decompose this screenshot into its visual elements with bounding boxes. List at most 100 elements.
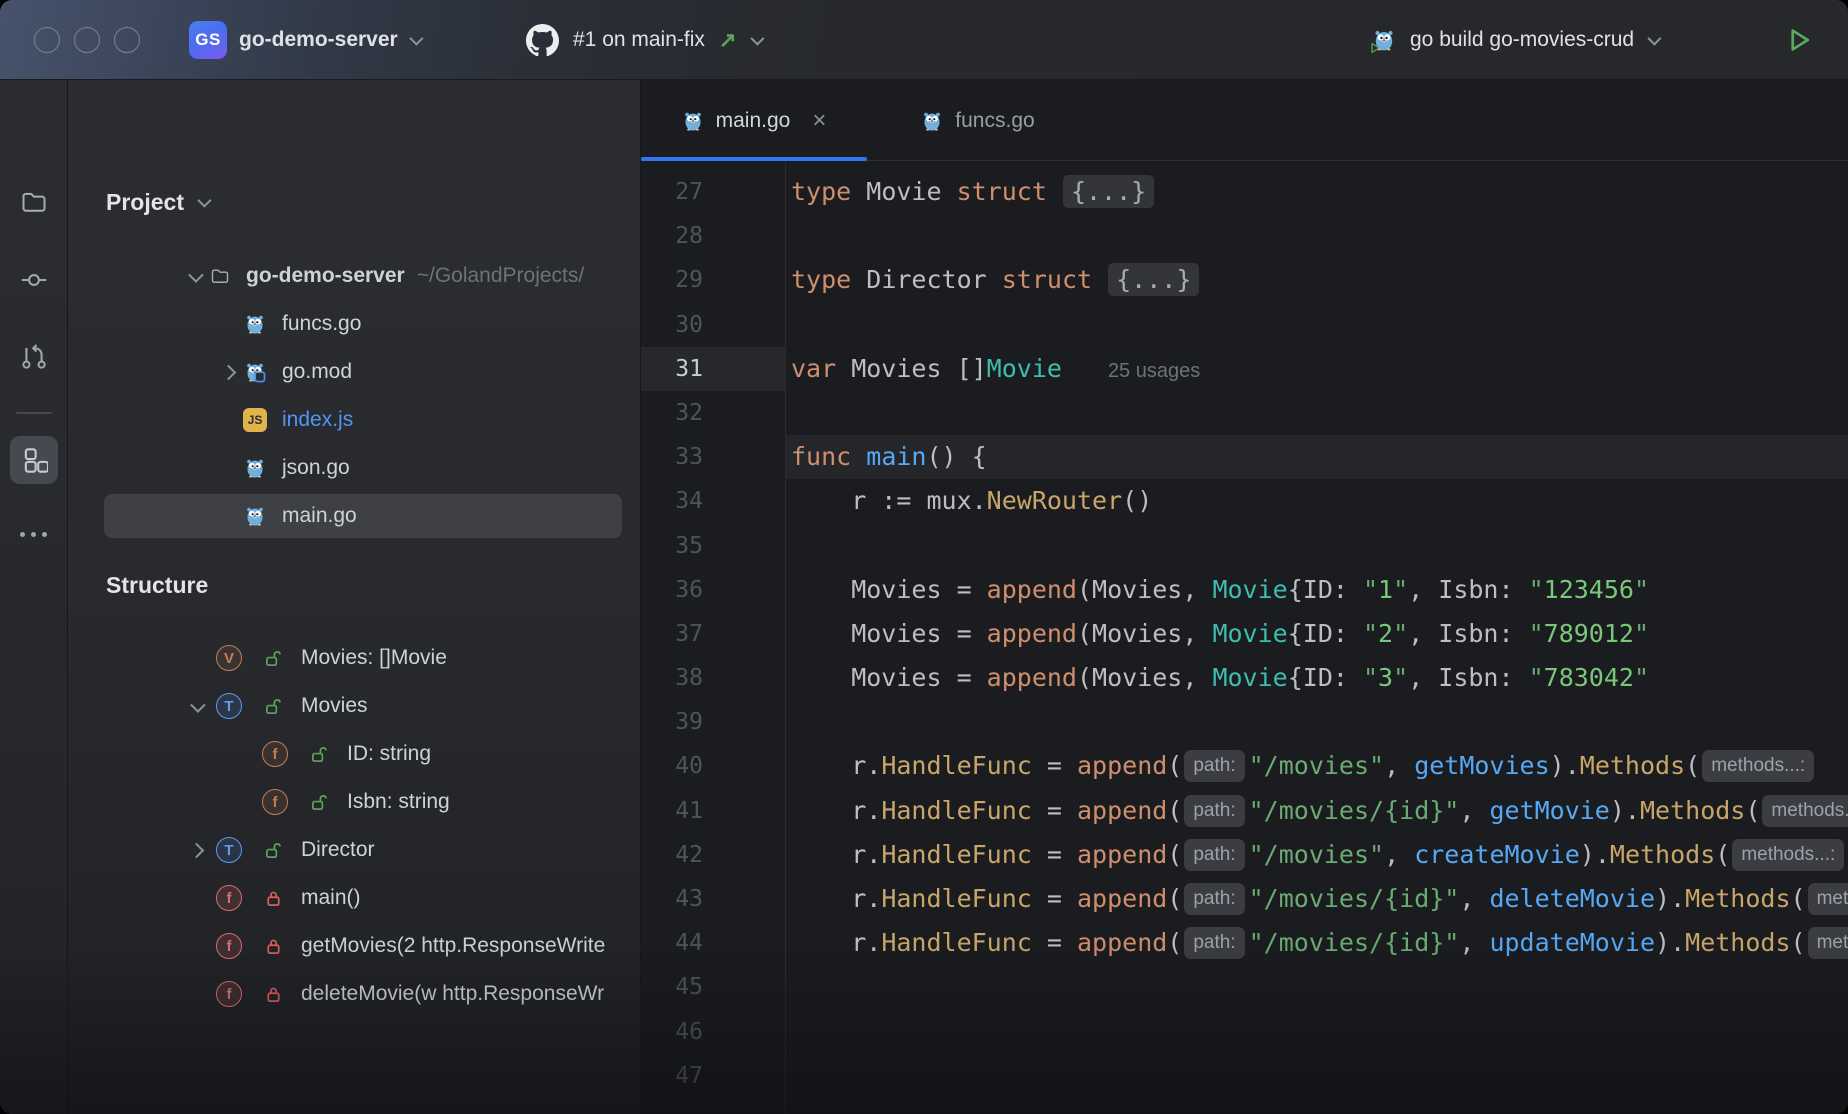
line-number[interactable]: 29: [641, 258, 785, 302]
close-icon[interactable]: ×: [812, 109, 826, 133]
code-line[interactable]: 44 r.HandleFunc = append(path:"/movies/{…: [641, 921, 1848, 965]
code-line[interactable]: 27type Movie struct {...}: [641, 170, 1848, 214]
token-kw: append: [1077, 796, 1167, 825]
tree-item-go-demo-server[interactable]: go-demo-server~/GolandProjects/: [68, 252, 640, 300]
tab-main-go[interactable]: main.go ×: [641, 80, 867, 161]
structure-item-Director[interactable]: TDirector: [68, 826, 640, 874]
token-pl: ).: [1655, 884, 1685, 913]
code-line[interactable]: 40 r.HandleFunc = append(path:"/movies",…: [641, 744, 1848, 788]
line-number[interactable]: 46: [641, 1010, 785, 1054]
code-line[interactable]: 28: [641, 214, 1848, 258]
chevron-right-icon[interactable]: [220, 364, 236, 380]
tool-pull-requests-button[interactable]: [10, 333, 58, 381]
token-inlay: methods...:: [1702, 750, 1814, 782]
line-number[interactable]: 27: [641, 170, 785, 214]
line-number[interactable]: 45: [641, 965, 785, 1009]
code-text: [785, 965, 1848, 1009]
project-switcher-label: go-demo-server: [239, 28, 398, 52]
structure-panel-header: Structure: [106, 563, 208, 607]
token-st: ": [1393, 663, 1408, 692]
tool-project-button[interactable]: [10, 178, 58, 226]
chevron-down-icon[interactable]: [190, 697, 206, 713]
token-fold: {...}: [1108, 263, 1199, 296]
tree-item-json.go[interactable]: json.go: [68, 444, 640, 492]
line-number[interactable]: 40: [641, 744, 785, 788]
line-number[interactable]: 39: [641, 700, 785, 744]
code-line[interactable]: 38 Movies = append(Movies, Movie{ID: "3"…: [641, 656, 1848, 700]
code-line[interactable]: 41 r.HandleFunc = append(path:"/movies/{…: [641, 789, 1848, 833]
tab-funcs-go[interactable]: funcs.go: [867, 80, 1089, 161]
tool-structure-button[interactable]: [10, 436, 58, 484]
lock-open-icon: [310, 793, 329, 812]
project-panel-header[interactable]: Project: [106, 180, 208, 224]
structure-item-Movies[interactable]: TMovies: [68, 682, 640, 730]
structure-item-main-[interactable]: fmain(): [68, 874, 640, 922]
token-inlay: path:: [1184, 839, 1244, 871]
structure-item-deleteMovie-w-http-ResponseWr[interactable]: fdeleteMovie(w http.ResponseWr: [68, 970, 640, 1018]
code-line[interactable]: 46: [641, 1010, 1848, 1054]
tree-item-funcs.go[interactable]: funcs.go: [68, 300, 640, 348]
code-line[interactable]: 43 r.HandleFunc = append(path:"/movies/{…: [641, 877, 1848, 921]
editor-body[interactable]: 27type Movie struct {...}2829type Direct…: [641, 161, 1848, 1114]
code-line[interactable]: 37 Movies = append(Movies, Movie{ID: "2"…: [641, 612, 1848, 656]
code-line[interactable]: 32: [641, 391, 1848, 435]
token-ty: Movie: [987, 354, 1062, 383]
structure-item-getMovies-2-http-ResponseWrite[interactable]: fgetMovies(2 http.ResponseWrite: [68, 922, 640, 970]
code-line[interactable]: 45: [641, 965, 1848, 1009]
line-number[interactable]: 32: [641, 391, 785, 435]
tree-item-main.go[interactable]: main.go: [68, 492, 640, 540]
line-number[interactable]: 31: [641, 347, 785, 391]
run-config-widget[interactable]: go build go-movies-crud: [1372, 0, 1658, 80]
chevron-down-icon: [1647, 32, 1661, 46]
line-number[interactable]: 41: [641, 789, 785, 833]
line-number[interactable]: 47: [641, 1054, 785, 1098]
code-line[interactable]: 42 r.HandleFunc = append(path:"/movies",…: [641, 833, 1848, 877]
line-number[interactable]: 35: [641, 524, 785, 568]
minimize-window-button[interactable]: [74, 27, 100, 53]
structure-item-ID-string[interactable]: fID: string: [68, 730, 640, 778]
line-number[interactable]: 44: [641, 921, 785, 965]
line-number[interactable]: 30: [641, 303, 785, 347]
code-line[interactable]: 33func main() {: [641, 435, 1848, 479]
token-kw: append: [1077, 884, 1167, 913]
code-line[interactable]: 47: [641, 1054, 1848, 1098]
run-button[interactable]: [1784, 0, 1814, 80]
code-line[interactable]: 34 r := mux.NewRouter(): [641, 479, 1848, 523]
chevron-right-icon[interactable]: [188, 842, 204, 858]
token-st: ": [1634, 575, 1649, 604]
code-text: func main() {: [785, 435, 1848, 479]
zoom-window-button[interactable]: [114, 27, 140, 53]
line-number[interactable]: 34: [641, 479, 785, 523]
close-window-button[interactable]: [34, 27, 60, 53]
code-line[interactable]: 36 Movies = append(Movies, Movie{ID: "1"…: [641, 568, 1848, 612]
code-line[interactable]: 30: [641, 303, 1848, 347]
code-line[interactable]: 31var Movies []Movie25 usages: [641, 347, 1848, 391]
token-kw: append: [1077, 928, 1167, 957]
structure-item-Isbn-string[interactable]: fIsbn: string: [68, 778, 640, 826]
line-number[interactable]: 36: [641, 568, 785, 612]
project-switcher[interactable]: GS go-demo-server: [189, 0, 420, 80]
line-number[interactable]: 33: [641, 435, 785, 479]
token-st: ": [1363, 619, 1378, 648]
structure-item-Movies-Movie[interactable]: VMovies: []Movie: [68, 634, 640, 682]
tool-commit-button[interactable]: [10, 256, 58, 304]
token-fn: deleteMovie: [1489, 884, 1655, 913]
chevron-down-icon[interactable]: [188, 267, 204, 283]
line-number[interactable]: 38: [641, 656, 785, 700]
token-fold: {...}: [1063, 175, 1154, 208]
token-inlay: path:: [1184, 927, 1244, 959]
token-kw: append: [987, 619, 1077, 648]
token-kw: struct: [1002, 265, 1092, 294]
tree-item-index.js[interactable]: JSindex.js: [68, 396, 640, 444]
line-number[interactable]: 28: [641, 214, 785, 258]
code-line[interactable]: 39: [641, 700, 1848, 744]
line-number[interactable]: 37: [641, 612, 785, 656]
vcs-widget[interactable]: #1 on main-fix ↗: [526, 0, 761, 80]
tree-item-go.mod[interactable]: go.mod: [68, 348, 640, 396]
line-number[interactable]: 43: [641, 877, 785, 921]
code-line[interactable]: 35: [641, 524, 1848, 568]
token-kw: append: [987, 575, 1077, 604]
code-line[interactable]: 29type Director struct {...}: [641, 258, 1848, 302]
tool-more-button[interactable]: [10, 510, 58, 558]
line-number[interactable]: 42: [641, 833, 785, 877]
